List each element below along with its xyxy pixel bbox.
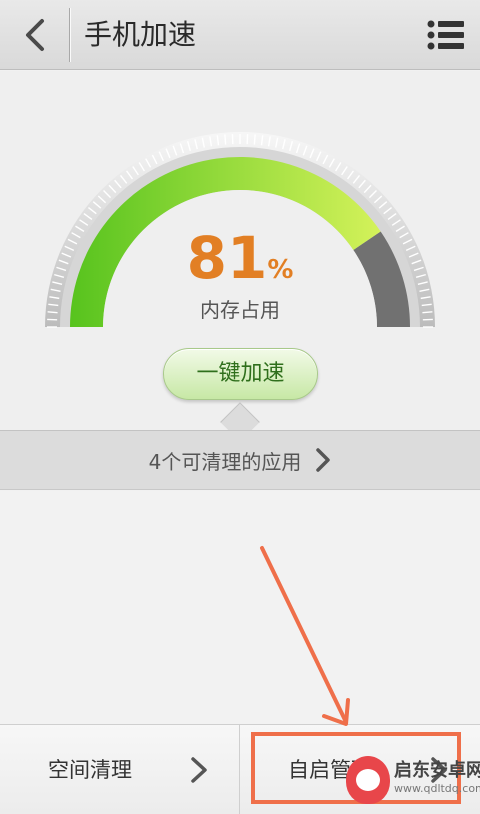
- watermark-name: 启东安卓网: [394, 760, 480, 781]
- gauge-tick: [224, 134, 227, 145]
- empty-content-area: [0, 491, 480, 724]
- header-divider: [69, 8, 71, 62]
- percent-value: 81: [186, 224, 268, 292]
- space-clean-button[interactable]: 空间清理: [0, 725, 240, 814]
- percent-sign: %: [267, 255, 294, 285]
- back-arrow-icon: [26, 19, 44, 51]
- menu-button[interactable]: [412, 0, 480, 70]
- watermark: 启东安卓网 www.qdltdq.com: [336, 752, 480, 810]
- bottom-bar-divider: [239, 724, 240, 814]
- gauge-tick: [253, 134, 256, 145]
- watermark-url: www.qdltdq.com: [394, 782, 480, 795]
- list-menu-icon: [427, 20, 464, 50]
- memory-percent: 81%: [0, 223, 480, 305]
- one-click-boost-button[interactable]: 一键加速: [163, 348, 318, 400]
- app-header: 手机加速: [0, 0, 480, 70]
- watermark-logo-icon: [346, 756, 390, 804]
- memory-usage-label: 内存占用: [200, 298, 280, 322]
- chevron-right-icon: [315, 447, 331, 473]
- cleanable-apps-bar[interactable]: 4个可清理的应用: [0, 430, 480, 490]
- page-title: 手机加速: [84, 18, 197, 51]
- space-clean-label: 空间清理: [48, 758, 132, 782]
- chevron-right-icon: [190, 756, 208, 788]
- memory-gauge-section: 81% 内存占用 一键加速: [0, 71, 480, 430]
- back-button[interactable]: [0, 0, 70, 70]
- cleanable-apps-label: 4个可清理的应用: [148, 449, 302, 474]
